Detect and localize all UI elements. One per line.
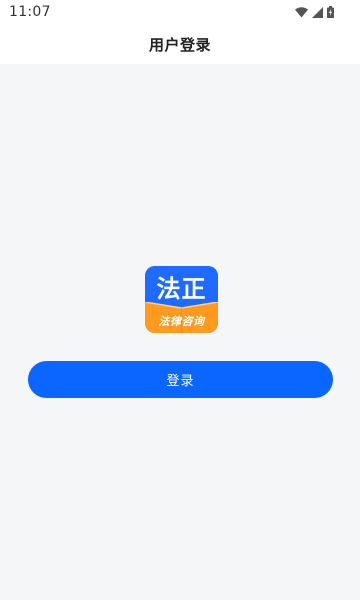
- status-icons: [295, 5, 334, 19]
- cellular-signal-icon: [312, 6, 323, 18]
- app-header: 用户登录: [0, 24, 360, 64]
- app-logo: 法正 法律咨询: [145, 266, 218, 333]
- logo-sub-text: 法律咨询: [158, 315, 205, 328]
- login-content: 法正 法律咨询 登录: [0, 64, 360, 600]
- status-time: 11:07: [9, 4, 51, 20]
- page-title: 用户登录: [148, 35, 211, 54]
- battery-icon: [327, 6, 334, 18]
- login-button[interactable]: 登录: [28, 361, 333, 398]
- logo-main-text: 法正: [156, 275, 207, 303]
- status-bar: 11:07: [0, 0, 360, 24]
- wifi-icon: [295, 6, 308, 18]
